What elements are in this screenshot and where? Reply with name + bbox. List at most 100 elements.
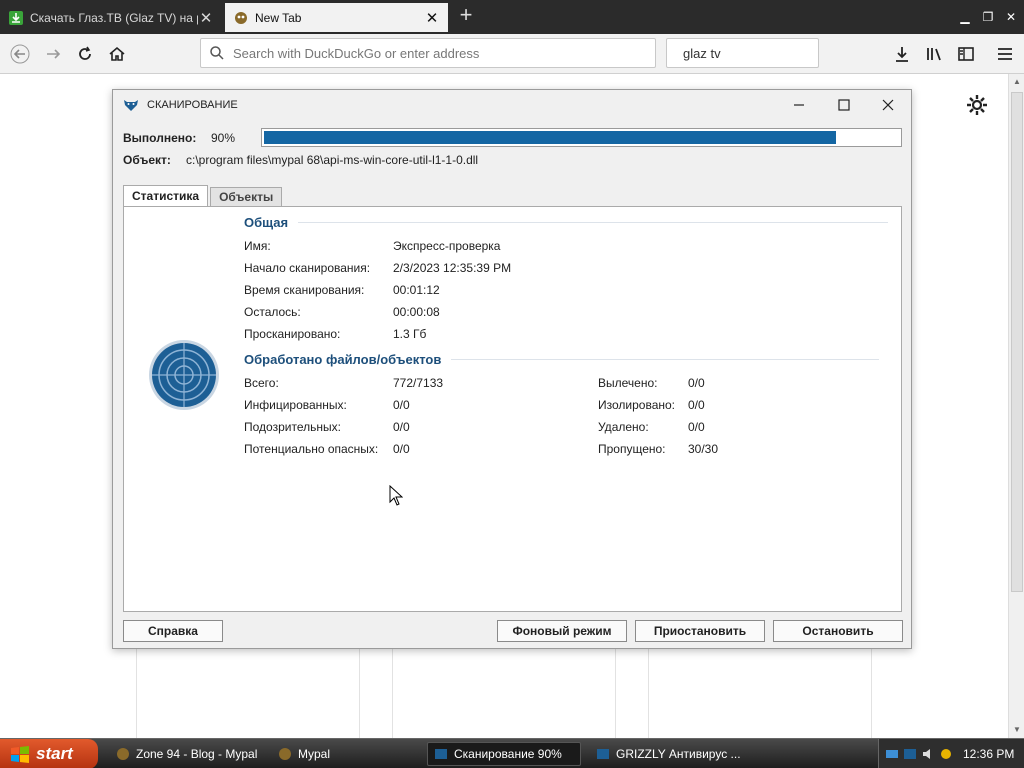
taskbar: start Zone 94 - Blog - Mypal Mypal Скани… bbox=[0, 738, 1024, 768]
close-tab-icon[interactable]: ✕ bbox=[198, 9, 214, 27]
new-tab-button[interactable]: + bbox=[455, 4, 477, 28]
processed-value-suspicious: 0/0 bbox=[393, 420, 410, 434]
sidebar-icon bbox=[958, 47, 974, 61]
system-tray: 12:36 PM bbox=[878, 739, 1024, 768]
scroll-thumb[interactable] bbox=[1011, 92, 1023, 592]
update-icon[interactable] bbox=[939, 747, 953, 761]
general-label-duration: Время сканирования: bbox=[244, 283, 365, 297]
background-mode-button[interactable]: Фоновый режим bbox=[497, 620, 627, 642]
processed-label-suspicious: Подозрительных: bbox=[244, 420, 341, 434]
taskbar-item-zone94[interactable]: Zone 94 - Blog - Mypal bbox=[110, 742, 260, 766]
processed-value-potentially-dangerous: 0/0 bbox=[393, 442, 410, 456]
processed-value-skipped: 30/30 bbox=[688, 442, 719, 456]
download-icon bbox=[9, 10, 23, 25]
vertical-scrollbar[interactable]: ▲ ▼ bbox=[1008, 74, 1024, 738]
browser-tab-new[interactable]: New Tab ✕ bbox=[225, 3, 448, 32]
taskbar-item-grizzly[interactable]: GRIZZLY Антивирус ... bbox=[590, 742, 740, 766]
tab-objects[interactable]: Объекты bbox=[210, 187, 283, 207]
scroll-up-icon[interactable]: ▲ bbox=[1009, 74, 1024, 90]
search-input[interactable] bbox=[683, 45, 859, 61]
scan-target-icon bbox=[149, 340, 219, 410]
object-path: c:\program files\mypal 68\api-ms-win-cor… bbox=[186, 153, 479, 167]
downloads-button[interactable] bbox=[889, 41, 915, 67]
dialog-title: СКАНИРОВАНИЕ bbox=[147, 99, 238, 111]
scan-progress-bar bbox=[261, 128, 902, 147]
volume-icon[interactable] bbox=[921, 747, 935, 761]
back-arrow-icon bbox=[10, 44, 30, 64]
processed-value-cured: 0/0 bbox=[688, 376, 705, 390]
scroll-down-icon[interactable]: ▼ bbox=[1009, 722, 1024, 738]
gear-icon[interactable] bbox=[965, 93, 989, 117]
general-label-scanned: Просканировано: bbox=[244, 327, 341, 341]
reload-button[interactable] bbox=[72, 41, 98, 67]
dialog-minimize-icon[interactable] bbox=[789, 95, 809, 115]
general-section-heading: Общая bbox=[244, 215, 889, 230]
general-heading-text: Общая bbox=[244, 215, 289, 230]
clock[interactable]: 12:36 PM bbox=[963, 747, 1014, 761]
library-icon bbox=[927, 48, 941, 61]
mypal-icon bbox=[279, 748, 291, 760]
general-value-name: Экспресс-проверка bbox=[393, 239, 501, 253]
progress-fill bbox=[264, 131, 836, 144]
dialog-close-icon[interactable] bbox=[878, 95, 898, 115]
minimize-window-icon[interactable]: ▁ bbox=[955, 7, 975, 27]
tab-statistics[interactable]: Статистика bbox=[123, 185, 209, 208]
search-icon bbox=[210, 46, 224, 60]
top-site-tile[interactable] bbox=[648, 649, 872, 739]
grizzly-icon bbox=[597, 749, 609, 759]
processed-heading-text: Обработано файлов/объектов bbox=[244, 352, 442, 367]
statistics-panel: Общая Имя: Экспресс-проверка Начало скан… bbox=[123, 206, 902, 612]
close-window-icon[interactable]: ✕ bbox=[1001, 7, 1021, 27]
processed-label-deleted: Удалено: bbox=[598, 420, 649, 434]
taskbar-item-mypal[interactable]: Mypal bbox=[272, 742, 422, 766]
general-value-duration: 00:01:12 bbox=[393, 283, 440, 297]
close-tab-icon[interactable]: ✕ bbox=[424, 9, 440, 27]
processed-label-total: Всего: bbox=[244, 376, 279, 390]
processed-label-infected: Инфицированных: bbox=[244, 398, 347, 412]
stop-button[interactable]: Остановить bbox=[773, 620, 903, 642]
top-site-tile[interactable] bbox=[136, 649, 360, 739]
processed-label-skipped: Пропущено: bbox=[598, 442, 666, 456]
start-button[interactable]: start bbox=[0, 739, 98, 768]
home-button[interactable] bbox=[104, 41, 130, 67]
tab-title: New Tab bbox=[255, 10, 302, 25]
processed-label-cured: Вылечено: bbox=[598, 376, 658, 390]
section-divider bbox=[451, 359, 880, 360]
mypal-icon bbox=[117, 748, 129, 760]
mouse-cursor-icon bbox=[389, 485, 403, 506]
processed-value-infected: 0/0 bbox=[393, 398, 410, 412]
processed-label-potentially-dangerous: Потенциально опасных: bbox=[244, 442, 379, 456]
sidebar-button[interactable] bbox=[953, 41, 979, 67]
general-value-start: 2/3/2023 12:35:39 PM bbox=[393, 261, 512, 275]
processed-section-heading: Обработано файлов/объектов bbox=[244, 352, 880, 367]
restore-window-icon[interactable]: ❐ bbox=[978, 7, 998, 27]
help-button[interactable]: Справка bbox=[123, 620, 223, 642]
url-input[interactable] bbox=[233, 45, 655, 61]
url-bar[interactable] bbox=[200, 38, 656, 68]
network-icon[interactable] bbox=[885, 747, 899, 761]
dialog-tabs: Статистика Объекты bbox=[123, 185, 284, 208]
browser-tab-glaz[interactable]: Скачать Глаз.ТВ (Glaz TV) на ру ✕ bbox=[0, 3, 222, 32]
dialog-maximize-icon[interactable] bbox=[834, 95, 854, 115]
general-label-start: Начало сканирования: bbox=[244, 261, 371, 275]
back-button[interactable] bbox=[7, 41, 33, 67]
processed-value-quarantined: 0/0 bbox=[688, 398, 705, 412]
navigation-toolbar bbox=[0, 34, 1024, 74]
scan-dialog: СКАНИРОВАНИЕ Выполнено: 90% Объект: c:\p… bbox=[112, 89, 912, 649]
taskbar-item-label: Mypal bbox=[298, 747, 331, 761]
processed-value-deleted: 0/0 bbox=[688, 420, 705, 434]
windows-logo-icon bbox=[11, 746, 29, 763]
forward-button[interactable] bbox=[40, 41, 66, 67]
general-value-remaining: 00:00:08 bbox=[393, 305, 440, 319]
library-button[interactable] bbox=[921, 41, 947, 67]
general-value-scanned: 1.3 Гб bbox=[393, 327, 427, 341]
top-site-tile[interactable] bbox=[392, 649, 616, 739]
processed-label-quarantined: Изолировано: bbox=[598, 398, 676, 412]
menu-button[interactable] bbox=[992, 41, 1018, 67]
antivirus-tray-icon[interactable] bbox=[903, 747, 917, 761]
pause-button[interactable]: Приостановить bbox=[635, 620, 765, 642]
taskbar-item-scan[interactable]: Сканирование 90% bbox=[427, 742, 581, 766]
reload-icon bbox=[79, 46, 91, 60]
search-bar[interactable] bbox=[666, 38, 859, 68]
progress-label: Выполнено: bbox=[123, 131, 197, 145]
